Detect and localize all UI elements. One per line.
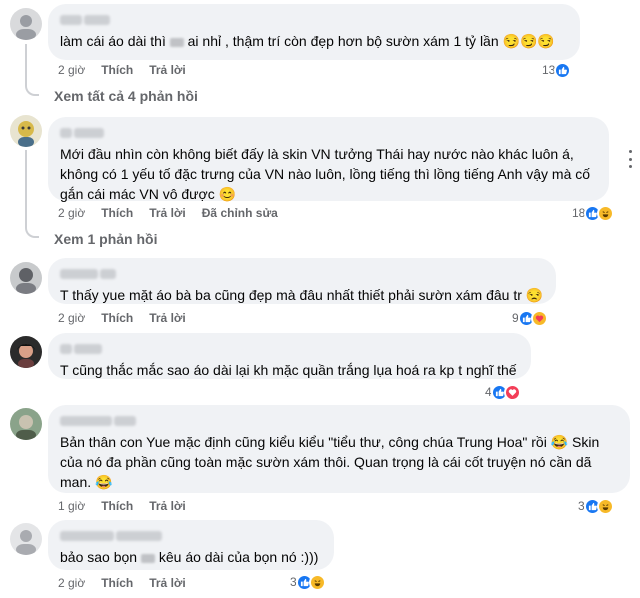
redacted-text — [169, 37, 184, 47]
like-button[interactable]: Thích — [101, 576, 133, 590]
avatar[interactable] — [10, 8, 42, 40]
edited-label: Đã chỉnh sửa — [201, 206, 278, 220]
reply-button[interactable]: Trả lời — [149, 499, 186, 513]
comment-bubble: T cũng thắc mắc sao áo dài lại kh mặc qu… — [48, 333, 531, 379]
haha-icon — [308, 573, 326, 591]
thread-line — [25, 150, 27, 220]
view-replies-link[interactable]: Xem 1 phản hồi — [54, 230, 157, 248]
comment-time[interactable]: 2 giờ — [58, 206, 85, 220]
like-icon — [554, 61, 572, 79]
comment-time[interactable]: 1 giờ — [58, 499, 85, 513]
like-button[interactable]: Thích — [101, 311, 133, 325]
comment-actions: 1 giờ Thích Trả lời — [58, 498, 186, 514]
comment-bubble: Mới đầu nhìn còn không biết đấy là skin … — [48, 117, 609, 202]
avatar[interactable] — [10, 408, 42, 440]
love-icon — [503, 383, 521, 401]
comment-text: làm cái áo dài thì ai nhỉ , thậm trí còn… — [60, 33, 555, 49]
author-name[interactable] — [60, 125, 597, 141]
reaction-summary[interactable]: 3 — [290, 573, 326, 591]
avatar[interactable] — [10, 262, 42, 294]
care-icon — [530, 309, 548, 327]
view-replies-link[interactable]: Xem tất cả 4 phản hồi — [54, 87, 198, 105]
comment-actions: 2 giờ Thích Trả lời — [58, 575, 186, 591]
thread-connector — [25, 214, 39, 238]
haha-icon — [597, 204, 615, 222]
comment-text: Bản thân con Yue mặc định cũng kiểu kiểu… — [60, 434, 604, 490]
reply-button[interactable]: Trả lời — [149, 206, 186, 220]
haha-icon — [596, 497, 614, 515]
author-name[interactable] — [60, 12, 568, 28]
reply-button[interactable]: Trả lời — [149, 311, 186, 325]
reaction-count: 18 — [572, 206, 586, 220]
comment-bubble: Bản thân con Yue mặc định cũng kiểu kiểu… — [48, 405, 630, 493]
comment-time[interactable]: 2 giờ — [58, 63, 85, 77]
comment-text: T cũng thắc mắc sao áo dài lại kh mặc qu… — [60, 362, 517, 378]
reply-button[interactable]: Trả lời — [149, 63, 186, 77]
like-button[interactable]: Thích — [101, 206, 133, 220]
comment-time[interactable]: 2 giờ — [58, 311, 85, 325]
comment-actions: 2 giờ Thích Trả lời — [58, 310, 186, 326]
avatar[interactable] — [10, 336, 42, 368]
like-button[interactable]: Thích — [101, 499, 133, 513]
reaction-count: 13 — [542, 63, 556, 77]
comment-text: T thấy yue mặt áo bà ba cũng đẹp mà đâu … — [60, 287, 544, 303]
avatar[interactable] — [10, 523, 42, 555]
reaction-summary[interactable]: 3 — [578, 497, 614, 515]
comment-text: bảo sao bọn kêu áo dài của bọn nó :))) — [60, 549, 319, 565]
comment-actions: 2 giờ Thích Trả lời Đã chỉnh sửa — [58, 205, 278, 221]
reaction-summary[interactable]: 9 — [512, 309, 548, 327]
reaction-summary[interactable]: 4 — [485, 383, 521, 401]
author-name[interactable] — [60, 266, 544, 282]
reply-button[interactable]: Trả lời — [149, 576, 186, 590]
comment-time[interactable]: 2 giờ — [58, 576, 85, 590]
more-options-icon[interactable] — [624, 150, 636, 168]
author-name[interactable] — [60, 528, 322, 544]
comment-bubble: bảo sao bọn kêu áo dài của bọn nó :))) — [48, 520, 334, 570]
like-button[interactable]: Thích — [101, 63, 133, 77]
comment-text: Mới đầu nhìn còn không biết đấy là skin … — [60, 146, 594, 202]
avatar[interactable] — [10, 115, 42, 147]
comment-bubble: T thấy yue mặt áo bà ba cũng đẹp mà đâu … — [48, 258, 556, 304]
author-name[interactable] — [60, 341, 519, 357]
thread-connector — [25, 72, 39, 96]
comment-bubble: làm cái áo dài thì ai nhỉ , thậm trí còn… — [48, 4, 580, 60]
author-name[interactable] — [60, 413, 618, 429]
redacted-text — [140, 553, 155, 563]
reaction-summary[interactable]: 13 — [542, 61, 572, 79]
reaction-summary[interactable]: 18 — [572, 204, 615, 222]
comment-actions: 2 giờ Thích Trả lời — [58, 62, 186, 78]
